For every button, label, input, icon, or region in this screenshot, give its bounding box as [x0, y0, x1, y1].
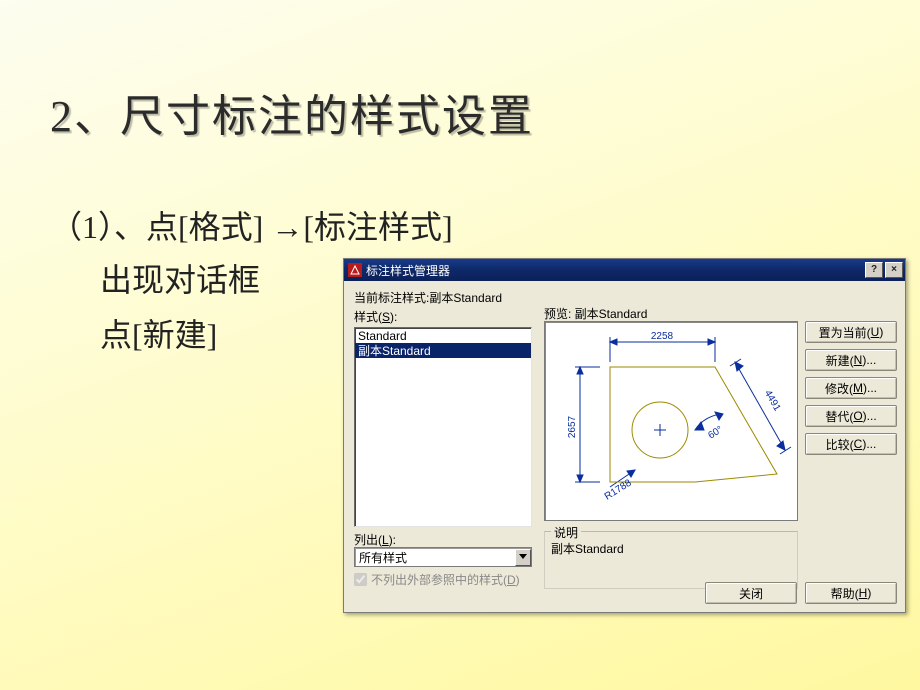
styles-listbox[interactable]: Standard 副本Standard	[354, 327, 532, 527]
chevron-down-icon[interactable]	[515, 549, 531, 566]
dialog-title: 标注样式管理器	[366, 262, 865, 279]
dim-top: 2258	[651, 331, 674, 342]
description-groupbox: 说明 副本Standard	[544, 531, 798, 589]
description-text: 副本Standard	[545, 532, 797, 557]
current-style-label: 当前标注样式:副本Standard	[354, 289, 534, 306]
list-filter-dropdown[interactable]: 所有样式	[354, 547, 532, 567]
modify-button[interactable]: 修改(M)...	[805, 377, 897, 399]
dialog-content: 当前标注样式:副本Standard 样式(S): Standard 副本Stan…	[344, 281, 905, 612]
slide-line-2: 出现对话框	[100, 258, 260, 303]
preview-label: 预览: 副本Standard	[544, 305, 647, 322]
slide-heading: 2、尺寸标注的样式设置	[50, 80, 534, 144]
help-icon[interactable]: ?	[865, 262, 883, 278]
description-legend: 说明	[551, 524, 581, 541]
slide-line-1: （1）、点[格式] →[标注样式]	[50, 205, 453, 250]
slide-line-3: 点[新建]	[100, 313, 217, 358]
dim-right: 4491	[762, 388, 783, 413]
compare-button[interactable]: 比较(C)...	[805, 433, 897, 455]
external-ref-checkbox[interactable]	[354, 573, 367, 586]
dim-left: 2657	[567, 415, 578, 438]
new-button[interactable]: 新建(N)...	[805, 349, 897, 371]
external-ref-checkbox-row: 不列出外部参照中的样式(D)	[354, 571, 520, 588]
app-icon	[348, 263, 362, 277]
dimension-style-manager-dialog: 标注样式管理器 ? × 当前标注样式:副本Standard 样式(S): Sta…	[343, 258, 906, 613]
set-current-button[interactable]: 置为当前(U)	[805, 321, 897, 343]
list-item[interactable]: 副本Standard	[355, 343, 531, 358]
styles-label: 样式(S):	[354, 308, 534, 325]
dropdown-value: 所有样式	[355, 549, 515, 566]
close-button[interactable]: 关闭	[705, 582, 797, 604]
preview-pane: 2258 2657 4491 60° R1788	[544, 321, 798, 521]
override-button[interactable]: 替代(O)...	[805, 405, 897, 427]
titlebar[interactable]: 标注样式管理器 ? ×	[344, 259, 905, 281]
close-icon[interactable]: ×	[885, 262, 903, 278]
help-button[interactable]: 帮助(H)	[805, 582, 897, 604]
listout-label: 列出(L):	[354, 531, 396, 548]
external-ref-label: 不列出外部参照中的样式(D)	[371, 571, 520, 588]
list-item[interactable]: Standard	[355, 328, 531, 343]
dim-angle: 60°	[706, 424, 725, 441]
